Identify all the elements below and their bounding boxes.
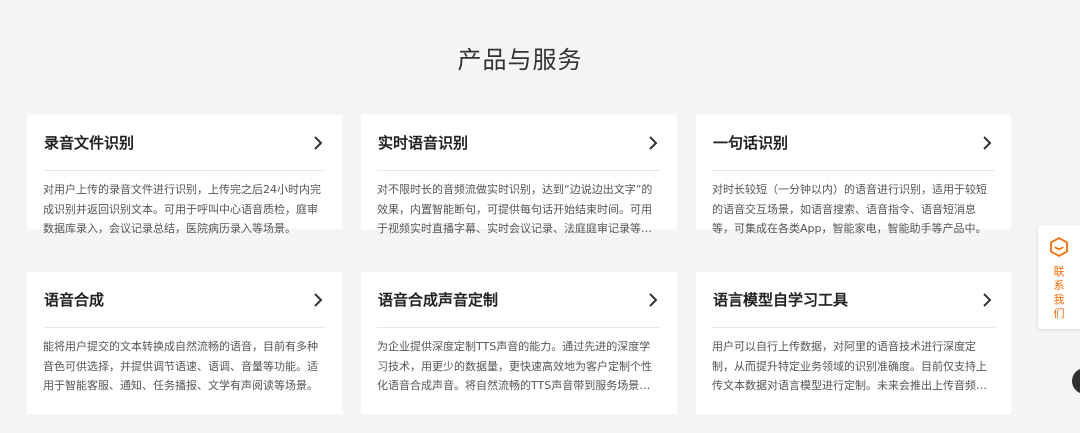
card-title: 语言模型自学习工具 bbox=[713, 291, 849, 309]
card-description: 用户可以自行上传数据，对阿里的语音技术进行深度定制，从而提升特定业务领域的识别准… bbox=[712, 340, 987, 392]
product-card-speech-synthesis[interactable]: 语音合成 能将用户提交的文本转换成自然流畅的语音，目前有多种音色可供选择，并提供… bbox=[27, 272, 342, 414]
product-card-language-model-tool[interactable]: 语言模型自学习工具 用户可以自行上传数据，对阿里的语音技术进行深度定制，从而提升… bbox=[696, 272, 1011, 414]
contact-us-widget[interactable]: 联系我们 bbox=[1038, 225, 1080, 329]
card-header: 语音合成 bbox=[43, 272, 326, 328]
product-grid: 录音文件识别 对用户上传的录音文件进行识别，上传完之后24小时内完成识别并返回识… bbox=[27, 115, 1011, 414]
card-header: 实时语音识别 bbox=[377, 115, 661, 171]
section-title: 产品与服务 bbox=[457, 46, 583, 74]
floating-edge-button[interactable] bbox=[1072, 368, 1080, 394]
card-header: 语音合成声音定制 bbox=[377, 272, 661, 328]
card-title: 语音合成 bbox=[44, 291, 105, 309]
card-title: 语音合成声音定制 bbox=[378, 291, 499, 309]
card-description: 对不限时长的音频流做实时识别，达到“边说边出文字”的效果，内置智能断句，可提供每… bbox=[377, 183, 653, 235]
card-description: 对时长较短（一分钟以内）的语音进行识别，适用于较短的语音交互场景，如语音搜索、语… bbox=[712, 183, 987, 235]
card-header: 语言模型自学习工具 bbox=[712, 272, 995, 328]
product-card-voice-customization[interactable]: 语音合成声音定制 为企业提供深度定制TTS声音的能力。通过先进的深度学习技术，用… bbox=[361, 272, 677, 414]
hexagon-chat-icon bbox=[1048, 236, 1070, 258]
card-header: 一句话识别 bbox=[712, 115, 995, 171]
card-description: 对用户上传的录音文件进行识别，上传完之后24小时内完成识别并返回识别文本。可用于… bbox=[43, 183, 321, 235]
card-title: 一句话识别 bbox=[713, 134, 789, 152]
product-card-realtime-speech-recognition[interactable]: 实时语音识别 对不限时长的音频流做实时识别，达到“边说边出文字”的效果，内置智能… bbox=[361, 115, 677, 235]
card-description: 为企业提供深度定制TTS声音的能力。通过先进的深度学习技术，用更少的数据量，更快… bbox=[377, 340, 652, 392]
contact-us-label: 联系我们 bbox=[1053, 265, 1065, 320]
chevron-right-icon[interactable] bbox=[645, 292, 661, 308]
product-card-recording-file-recognition[interactable]: 录音文件识别 对用户上传的录音文件进行识别，上传完之后24小时内完成识别并返回识… bbox=[27, 115, 342, 235]
chevron-right-icon[interactable] bbox=[310, 292, 326, 308]
products-services-page: 产品与服务 录音文件识别 对用户上传的录音文件进行识别，上传完之后24小时内完成… bbox=[0, 0, 1080, 433]
chevron-right-icon[interactable] bbox=[645, 135, 661, 151]
chevron-right-icon[interactable] bbox=[310, 135, 326, 151]
chevron-right-icon[interactable] bbox=[979, 135, 995, 151]
product-card-sentence-recognition[interactable]: 一句话识别 对时长较短（一分钟以内）的语音进行识别，适用于较短的语音交互场景，如… bbox=[696, 115, 1011, 235]
card-title: 录音文件识别 bbox=[44, 134, 135, 152]
card-description: 能将用户提交的文本转换成自然流畅的语音，目前有多种音色可供选择，并提供调节语速、… bbox=[43, 340, 318, 392]
card-header: 录音文件识别 bbox=[43, 115, 326, 171]
card-title: 实时语音识别 bbox=[378, 134, 469, 152]
chevron-right-icon[interactable] bbox=[979, 292, 995, 308]
